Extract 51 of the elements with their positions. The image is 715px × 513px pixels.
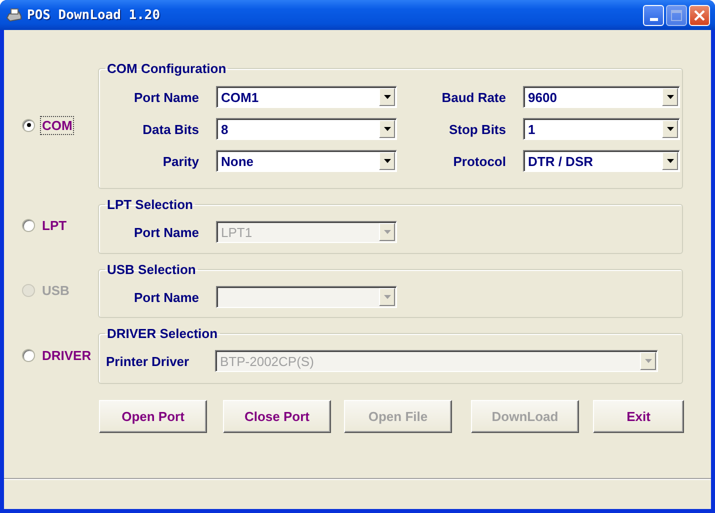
caret-icon	[384, 95, 390, 99]
caret-icon	[384, 295, 390, 299]
dropdown-button[interactable]	[379, 120, 395, 138]
radio-button[interactable]	[22, 219, 35, 232]
field-label: Port Name	[132, 90, 199, 104]
caret-icon	[384, 230, 390, 234]
group-title: DRIVER Selection	[106, 326, 219, 341]
push-button[interactable]: Open Port	[99, 400, 207, 433]
group-title: COM Configuration	[106, 61, 228, 76]
group-title: LPT Selection	[106, 197, 194, 212]
close-icon	[694, 10, 705, 20]
caret-icon	[384, 127, 390, 131]
dropdown[interactable]: 8	[216, 118, 397, 140]
field-label: Stop Bits	[448, 122, 506, 136]
printer-icon	[6, 7, 22, 23]
dropdown[interactable]: DTR / DSR	[523, 150, 680, 172]
dropdown-button[interactable]	[662, 120, 678, 138]
dropdown-button[interactable]	[662, 88, 678, 106]
maximize-icon	[671, 10, 682, 20]
dropdown[interactable]: None	[216, 150, 397, 172]
radio-button[interactable]	[22, 348, 35, 362]
dropdown-button[interactable]	[379, 88, 395, 106]
caret-icon	[666, 95, 674, 99]
field-label: Port Name	[132, 224, 199, 240]
field-label: Parity	[162, 154, 199, 168]
group-title: USB Selection	[106, 262, 197, 277]
radio-label[interactable]: LPT	[40, 216, 69, 235]
dropdown[interactable]: 9600	[523, 86, 680, 108]
maximize-button[interactable]	[666, 4, 687, 26]
minimize-icon	[650, 18, 658, 20]
field-label: Printer Driver	[106, 354, 190, 368]
window-title: POS DownLoad 1.20	[27, 8, 162, 22]
caret-icon	[666, 127, 674, 131]
minimize-button[interactable]	[643, 4, 664, 26]
push-button[interactable]: Exit	[593, 400, 684, 433]
radio-button[interactable]	[22, 118, 35, 132]
field-label: Data Bits	[142, 122, 199, 136]
field-label: Baud Rate	[440, 90, 506, 104]
dropdown-button[interactable]	[662, 152, 678, 170]
field-label: Protocol	[452, 154, 506, 168]
radio-label[interactable]: DRIVER	[40, 346, 94, 364]
dropdown[interactable]: 1	[523, 118, 680, 140]
radio-label[interactable]: COM	[40, 116, 74, 134]
caret-icon	[384, 159, 390, 163]
field-label: Port Name	[132, 290, 199, 304]
dropdown[interactable]: COM1	[216, 86, 397, 108]
caret-icon	[666, 159, 674, 163]
caret-icon	[644, 359, 652, 363]
close-button[interactable]	[689, 4, 710, 26]
dropdown-button[interactable]	[379, 152, 395, 170]
push-button[interactable]: Close Port	[223, 400, 331, 433]
